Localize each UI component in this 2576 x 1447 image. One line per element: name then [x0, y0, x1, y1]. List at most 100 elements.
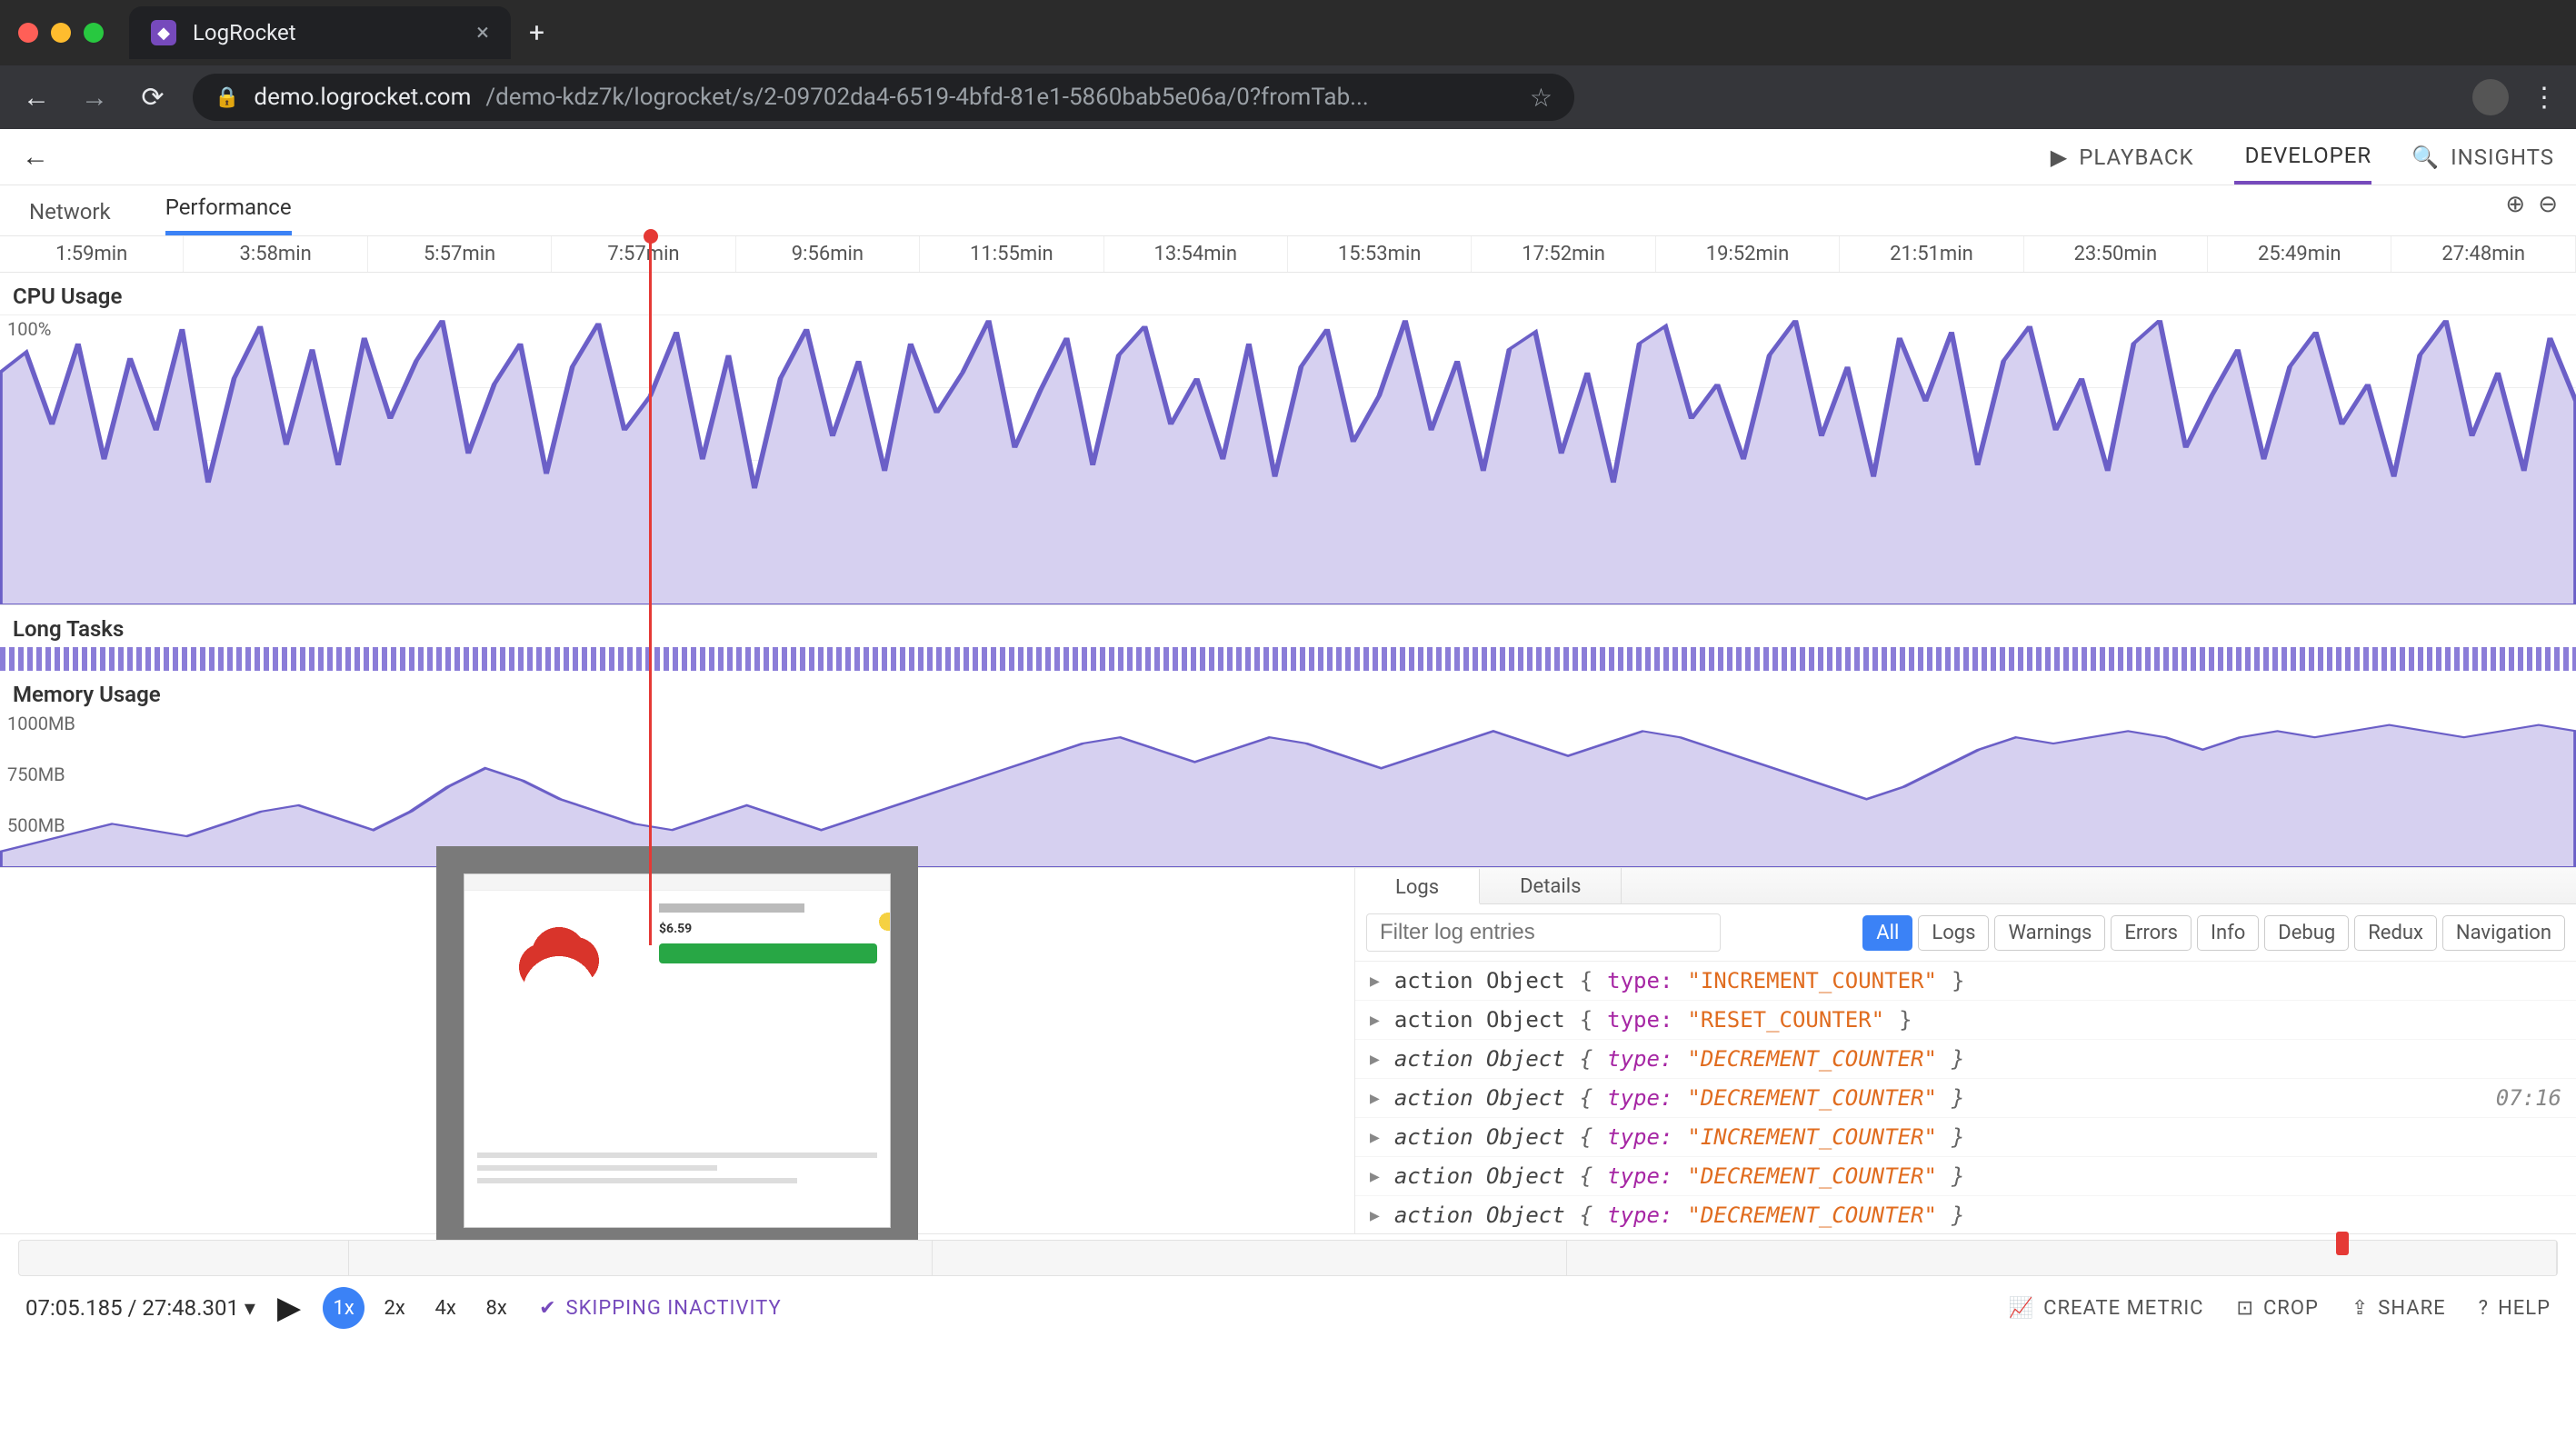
- long-tasks-strip[interactable]: [0, 647, 2576, 671]
- timeline-scrubber[interactable]: [18, 1240, 2558, 1276]
- longtasks-label: Long Tasks: [0, 605, 2576, 647]
- playback-controls: 07:05.185 / 27:48.301 ▾ ▶ 1x2x4x8x ✔ SKI…: [0, 1276, 2576, 1340]
- lock-icon: 🔒: [215, 86, 239, 109]
- perf-subtabs: Network Performance ⊕ ⊖: [0, 185, 2576, 236]
- log-row[interactable]: ▶action Object {type: "INCREMENT_COUNTER…: [1355, 962, 2576, 1001]
- browser-menu-icon[interactable]: ⋮: [2531, 82, 2558, 114]
- filter-btn-warnings[interactable]: Warnings: [1994, 915, 2105, 951]
- memory-label: Memory Usage: [0, 671, 2576, 713]
- forward-button[interactable]: →: [76, 82, 113, 114]
- log-rows[interactable]: ▶action Object {type: "INCREMENT_COUNTER…: [1355, 962, 2576, 1233]
- scrubber-handle[interactable]: [2336, 1232, 2349, 1255]
- ctrl-crop[interactable]: ⊡CROP: [2237, 1297, 2319, 1320]
- bookmark-star-icon[interactable]: ☆: [1530, 83, 1553, 113]
- header-tab-insights[interactable]: 🔍INSIGHTS: [2411, 145, 2554, 170]
- ctrl-share[interactable]: ⇪SHARE: [2351, 1297, 2446, 1320]
- memory-area-plot: [0, 713, 2576, 867]
- filter-btn-debug[interactable]: Debug: [2264, 915, 2349, 951]
- url-host: demo.logrocket.com: [254, 84, 471, 111]
- expand-icon[interactable]: ▶: [1370, 1050, 1380, 1069]
- tab-title: LogRocket: [193, 20, 296, 45]
- speed-4x[interactable]: 4x: [424, 1287, 466, 1329]
- share-icon: ⇪: [2351, 1297, 2369, 1320]
- url-path: /demo-kdz7k/logrocket/s/2-09702da4-6519-…: [485, 84, 1368, 111]
- playback-icon: ▶: [2051, 145, 2068, 170]
- expand-icon[interactable]: ▶: [1370, 1206, 1380, 1225]
- log-tab-details[interactable]: Details: [1480, 868, 1622, 903]
- time-tick: 9:56min: [736, 236, 920, 272]
- check-icon: ✔: [539, 1297, 556, 1320]
- time-tick: 15:53min: [1288, 236, 1472, 272]
- close-window-icon[interactable]: [18, 23, 38, 43]
- zoom-out-icon[interactable]: ⊖: [2538, 191, 2558, 218]
- skip-inactivity-toggle[interactable]: ✔ SKIPPING INACTIVITY: [539, 1297, 782, 1320]
- filter-btn-info[interactable]: Info: [2197, 915, 2259, 951]
- zoom-in-icon[interactable]: ⊕: [2505, 191, 2525, 218]
- expand-icon[interactable]: ▶: [1370, 1167, 1380, 1186]
- expand-icon[interactable]: ▶: [1370, 1011, 1380, 1030]
- logs-pane: LogsDetails AllLogsWarningsErrorsInfoDeb…: [1354, 868, 2576, 1233]
- memory-chart[interactable]: 1000MB750MB500MB: [0, 713, 2576, 867]
- subtab-network[interactable]: Network: [29, 199, 111, 235]
- help-icon: ?: [2479, 1297, 2489, 1320]
- speed-1x[interactable]: 1x: [323, 1287, 364, 1329]
- browser-tab[interactable]: ◆ LogRocket ×: [129, 6, 511, 59]
- new-tab-button[interactable]: +: [529, 17, 544, 49]
- chrome-right-controls: ⋮: [2472, 79, 2558, 115]
- logs-filter-row: AllLogsWarningsErrorsInfoDebugReduxNavig…: [1355, 904, 2576, 962]
- speed-buttons: 1x2x4x8x: [323, 1287, 517, 1329]
- time-ruler[interactable]: 1:59min3:58min5:57min7:57min9:56min11:55…: [0, 236, 2576, 273]
- preview-add-button: [659, 943, 877, 963]
- log-row[interactable]: ▶action Object {type: "DECREMENT_COUNTER…: [1355, 1157, 2576, 1196]
- ctrl-help[interactable]: ?HELP: [2479, 1297, 2551, 1320]
- controls-right: 📈CREATE METRIC ⊡CROP ⇪SHARE ?HELP: [2009, 1297, 2551, 1320]
- log-row[interactable]: ▶action Object {type: "RESET_COUNTER"}: [1355, 1001, 2576, 1040]
- log-row[interactable]: ▶action Object {type: "DECREMENT_COUNTER…: [1355, 1079, 2576, 1118]
- cpu-chart[interactable]: 100%75%50%25%: [0, 314, 2576, 605]
- preview-price: $6.59: [659, 922, 877, 936]
- maximize-window-icon[interactable]: [84, 23, 104, 43]
- cpu-section-label: CPU Usage: [0, 273, 2576, 314]
- session-preview[interactable]: $6.59: [0, 868, 1354, 1233]
- insights-icon: 🔍: [2411, 145, 2440, 170]
- subtab-performance[interactable]: Performance: [165, 195, 292, 235]
- address-bar[interactable]: 🔒 demo.logrocket.com /demo-kdz7k/logrock…: [193, 74, 1574, 121]
- log-filter-input[interactable]: [1366, 913, 1721, 952]
- expand-icon[interactable]: ▶: [1370, 1128, 1380, 1147]
- time-display: 07:05.185 / 27:48.301 ▾: [25, 1295, 255, 1321]
- filter-btn-logs[interactable]: Logs: [1918, 915, 1989, 951]
- speed-8x[interactable]: 8x: [475, 1287, 517, 1329]
- minimize-window-icon[interactable]: [51, 23, 71, 43]
- filter-btn-redux[interactable]: Redux: [2354, 915, 2437, 951]
- time-tick: 25:49min: [2208, 236, 2391, 272]
- header-tab-developer[interactable]: DEVELOPER: [2234, 143, 2372, 185]
- ctrl-create-metric[interactable]: 📈CREATE METRIC: [2009, 1297, 2204, 1320]
- time-tick: 3:58min: [184, 236, 367, 272]
- filter-btn-errors[interactable]: Errors: [2111, 915, 2192, 951]
- time-tick: 5:57min: [368, 236, 552, 272]
- header-tab-playback[interactable]: ▶PLAYBACK: [2051, 145, 2194, 170]
- address-bar-row: ← → ⟳ 🔒 demo.logrocket.com /demo-kdz7k/l…: [0, 65, 2576, 129]
- log-row[interactable]: ▶action Object {type: "DECREMENT_COUNTER…: [1355, 1196, 2576, 1233]
- reload-button[interactable]: ⟳: [135, 82, 171, 114]
- profile-avatar[interactable]: [2472, 79, 2509, 115]
- playhead-marker[interactable]: [649, 236, 652, 945]
- play-button[interactable]: ▶: [277, 1290, 301, 1326]
- speed-2x[interactable]: 2x: [374, 1287, 415, 1329]
- log-row[interactable]: ▶action Object {type: "DECREMENT_COUNTER…: [1355, 1040, 2576, 1079]
- filter-btn-all[interactable]: All: [1862, 915, 1912, 951]
- app-back-button[interactable]: ←: [22, 141, 49, 173]
- expand-icon[interactable]: ▶: [1370, 1089, 1380, 1108]
- time-tick: 13:54min: [1104, 236, 1288, 272]
- back-button[interactable]: ←: [18, 82, 55, 114]
- filter-btn-navigation[interactable]: Navigation: [2442, 915, 2565, 951]
- log-tab-logs[interactable]: Logs: [1355, 869, 1480, 904]
- preview-window: $6.59: [464, 873, 891, 1228]
- time-tick: 1:59min: [0, 236, 184, 272]
- cursor-icon: [877, 911, 891, 933]
- log-row[interactable]: ▶action Object {type: "INCREMENT_COUNTER…: [1355, 1118, 2576, 1157]
- log-filter-buttons: AllLogsWarningsErrorsInfoDebugReduxNavig…: [1862, 915, 2565, 951]
- expand-icon[interactable]: ▶: [1370, 972, 1380, 991]
- app-header: ← ▶PLAYBACK DEVELOPER 🔍INSIGHTS: [0, 129, 2576, 185]
- close-tab-icon[interactable]: ×: [476, 19, 489, 46]
